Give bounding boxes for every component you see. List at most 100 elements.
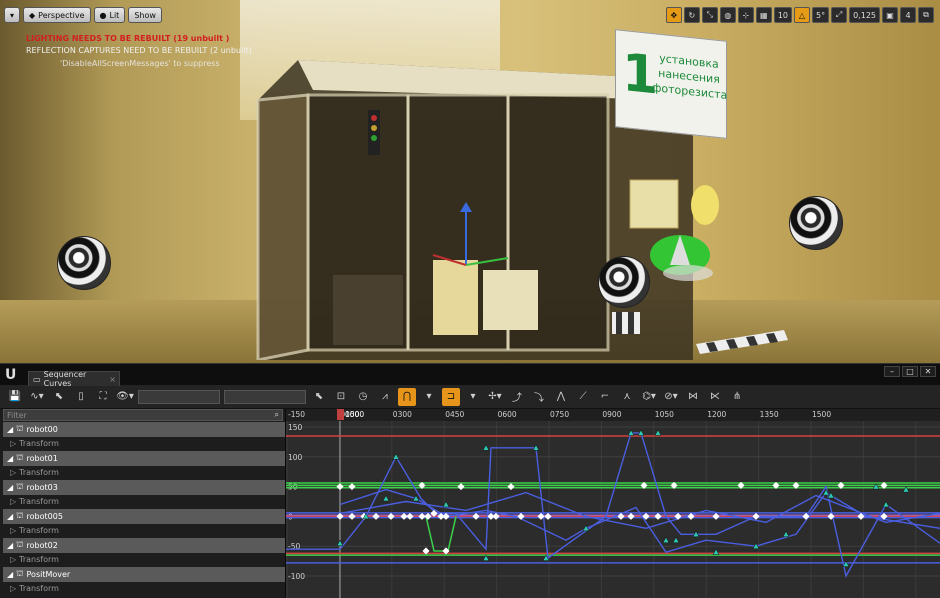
rotation-snap-value[interactable]: 5° bbox=[812, 7, 830, 23]
zoom-to-fit-icon[interactable]: ⊡ bbox=[332, 388, 350, 406]
value-tick-label: 150 bbox=[288, 423, 303, 432]
constant-interp-icon[interactable]: ⌐ bbox=[596, 388, 614, 406]
actor-icon: ⛫ bbox=[16, 569, 24, 579]
pointer-tool-icon[interactable]: ⬉ bbox=[310, 388, 328, 406]
break-tangent-icon[interactable]: ⋀ bbox=[552, 388, 570, 406]
time-ruler[interactable]: -150 0150 0300 0450 0600 0750 0900 1050 1200 1350… bbox=[286, 409, 940, 421]
rotate-mode-icon[interactable]: ↻ bbox=[683, 7, 700, 23]
expand-arrow-icon[interactable]: ◢ bbox=[7, 454, 13, 463]
time-field[interactable] bbox=[138, 389, 220, 404]
playhead-handle[interactable] bbox=[337, 409, 344, 420]
time-tick-label: 0450 bbox=[445, 410, 465, 419]
track-row[interactable]: ◢ ⛫ robot03 bbox=[3, 480, 285, 495]
track-subrow[interactable]: ▷ Transform bbox=[0, 582, 285, 597]
save-icon[interactable]: 💾 bbox=[6, 388, 24, 406]
minimize-icon[interactable]: – bbox=[884, 366, 900, 377]
scale-snap-icon[interactable]: ⤢ bbox=[831, 7, 848, 23]
level-viewport[interactable]: 1 установка нанесения фоторезиста ▾ ◆ Per… bbox=[0, 0, 940, 363]
viewport-options-button[interactable]: ▾ bbox=[4, 7, 21, 23]
perspective-button[interactable]: ◆ Perspective bbox=[23, 7, 91, 23]
filter-curves-icon[interactable]: ⋉ bbox=[706, 388, 724, 406]
time-tick-label: -150 bbox=[288, 410, 306, 419]
reflection-capture-sphere[interactable] bbox=[789, 196, 843, 250]
reflection-capture-sphere[interactable] bbox=[598, 256, 650, 308]
time-snap-icon[interactable]: ◷ bbox=[354, 388, 372, 406]
lit-button[interactable]: ● Lit bbox=[93, 7, 126, 23]
curve-key bbox=[406, 512, 414, 520]
camera-speed-value[interactable]: 4 bbox=[900, 7, 916, 23]
track-subrow[interactable]: ▷ Transform bbox=[0, 553, 285, 568]
scale-snap-value[interactable]: 0,125 bbox=[849, 7, 880, 23]
chevron-down-icon[interactable]: ▾ bbox=[464, 388, 482, 406]
normalize-icon[interactable]: ⊘▾ bbox=[662, 388, 680, 406]
time-tick-label: 1500 bbox=[812, 410, 832, 419]
straighten-icon[interactable]: ⋈ bbox=[684, 388, 702, 406]
collapse-arrow-icon[interactable]: ▷ bbox=[10, 555, 16, 564]
curve-canvas[interactable]: 150100500-50-100 bbox=[286, 421, 940, 598]
maximize-viewport-icon[interactable]: ⧉ bbox=[918, 7, 934, 23]
chevron-down-icon: ▾ bbox=[10, 10, 15, 20]
collapse-arrow-icon[interactable]: ▷ bbox=[10, 584, 16, 593]
show-button[interactable]: Show bbox=[128, 7, 162, 23]
time-tick-label: 0600 bbox=[497, 410, 517, 419]
curve-key bbox=[617, 512, 625, 520]
magnet-snap-icon[interactable]: ⋂ bbox=[398, 387, 416, 406]
curve-graph[interactable]: -150 0150 0300 0450 0600 0750 0900 1050 1200 1350… bbox=[286, 409, 940, 598]
time-tick-label: 0750 bbox=[550, 410, 570, 419]
close-icon[interactable]: ✕ bbox=[920, 366, 936, 377]
filter-input[interactable]: Filter ⌕ bbox=[3, 409, 283, 421]
track-row[interactable]: ◢ ⛫ robot005 bbox=[3, 509, 285, 524]
collapse-arrow-icon[interactable]: ▷ bbox=[10, 526, 16, 535]
collapse-arrow-icon[interactable]: ▷ bbox=[10, 497, 16, 506]
track-row[interactable]: ◢ ⛫ robot01 bbox=[3, 451, 285, 466]
collapse-arrow-icon[interactable]: ▷ bbox=[10, 468, 16, 477]
suppress-hint: 'DisableAllScreenMessages' to suppress bbox=[60, 59, 220, 68]
expand-arrow-icon[interactable]: ◢ bbox=[7, 570, 13, 579]
translate-mode-icon[interactable]: ✥ bbox=[665, 7, 682, 23]
camera-speed-icon[interactable]: ▣ bbox=[882, 7, 898, 23]
value-snap-icon[interactable]: ⊐ bbox=[442, 387, 460, 406]
grid-snap-value[interactable]: 10 bbox=[773, 7, 792, 23]
track-subrow[interactable]: ▷ Transform bbox=[0, 495, 285, 510]
rotation-snap-icon[interactable]: △ bbox=[794, 7, 810, 23]
curve-view-mode-icon[interactable]: ∿▾ bbox=[28, 388, 46, 406]
move-tool-icon[interactable]: ✢▾ bbox=[486, 388, 504, 406]
collapse-arrow-icon[interactable]: ▷ bbox=[10, 439, 16, 448]
track-row[interactable]: ◢ ⛫ robot00 bbox=[3, 422, 285, 437]
world-space-icon[interactable]: ◍ bbox=[719, 7, 736, 23]
track-subrow[interactable]: ▷ Transform bbox=[0, 524, 285, 539]
curve-snap-icon[interactable]: ⩘ bbox=[376, 388, 394, 406]
track-subrow[interactable]: ▷ Transform bbox=[0, 466, 285, 481]
linear-interp-icon[interactable]: ⟋ bbox=[574, 388, 592, 406]
curve-key bbox=[336, 539, 344, 546]
reflection-capture-sphere[interactable] bbox=[57, 236, 111, 290]
visibility-icon[interactable]: 👁▾ bbox=[116, 388, 134, 406]
close-tab-icon[interactable]: × bbox=[109, 375, 116, 384]
expand-arrow-icon[interactable]: ◢ bbox=[7, 512, 13, 521]
perspective-icon: ◆ bbox=[29, 10, 36, 20]
transform-mode-icon[interactable]: ▯ bbox=[72, 388, 90, 406]
flatten-tangent-icon[interactable]: ⋏ bbox=[618, 388, 636, 406]
expand-arrow-icon[interactable]: ◢ bbox=[7, 483, 13, 492]
surface-snap-icon[interactable]: ⊹ bbox=[737, 7, 754, 23]
expand-arrow-icon[interactable]: ◢ bbox=[7, 425, 13, 434]
chevron-down-icon[interactable]: ▾ bbox=[420, 388, 438, 406]
user-tangent-icon[interactable]: ⤵ bbox=[530, 388, 548, 406]
track-row[interactable]: ◢ ⛫ PositMover bbox=[3, 567, 285, 582]
tangents-icon[interactable]: ⋔ bbox=[728, 388, 746, 406]
frame-selection-icon[interactable]: ⛶ bbox=[94, 388, 112, 406]
curve-key bbox=[424, 512, 432, 520]
tab-sequencer-curves[interactable]: ▭ Sequencer Curves × bbox=[28, 370, 120, 388]
track-sub-name: Transform bbox=[19, 526, 59, 536]
track-subrow[interactable]: ▷ Transform bbox=[0, 437, 285, 452]
equipment-sign: 1 установка нанесения фоторезиста bbox=[615, 29, 727, 139]
scale-mode-icon[interactable]: ⤡ bbox=[701, 7, 718, 23]
track-row[interactable]: ◢ ⛫ robot02 bbox=[3, 538, 285, 553]
maximize-icon[interactable]: □ bbox=[902, 366, 918, 377]
curve-options-icon[interactable]: ⌬▾ bbox=[640, 388, 658, 406]
expand-arrow-icon[interactable]: ◢ bbox=[7, 541, 13, 550]
select-mode-icon[interactable]: ⬉ bbox=[50, 388, 68, 406]
grid-snap-icon[interactable]: ▦ bbox=[755, 7, 772, 23]
auto-tangent-icon[interactable]: ⤴ bbox=[508, 388, 526, 406]
value-field[interactable] bbox=[224, 389, 306, 404]
